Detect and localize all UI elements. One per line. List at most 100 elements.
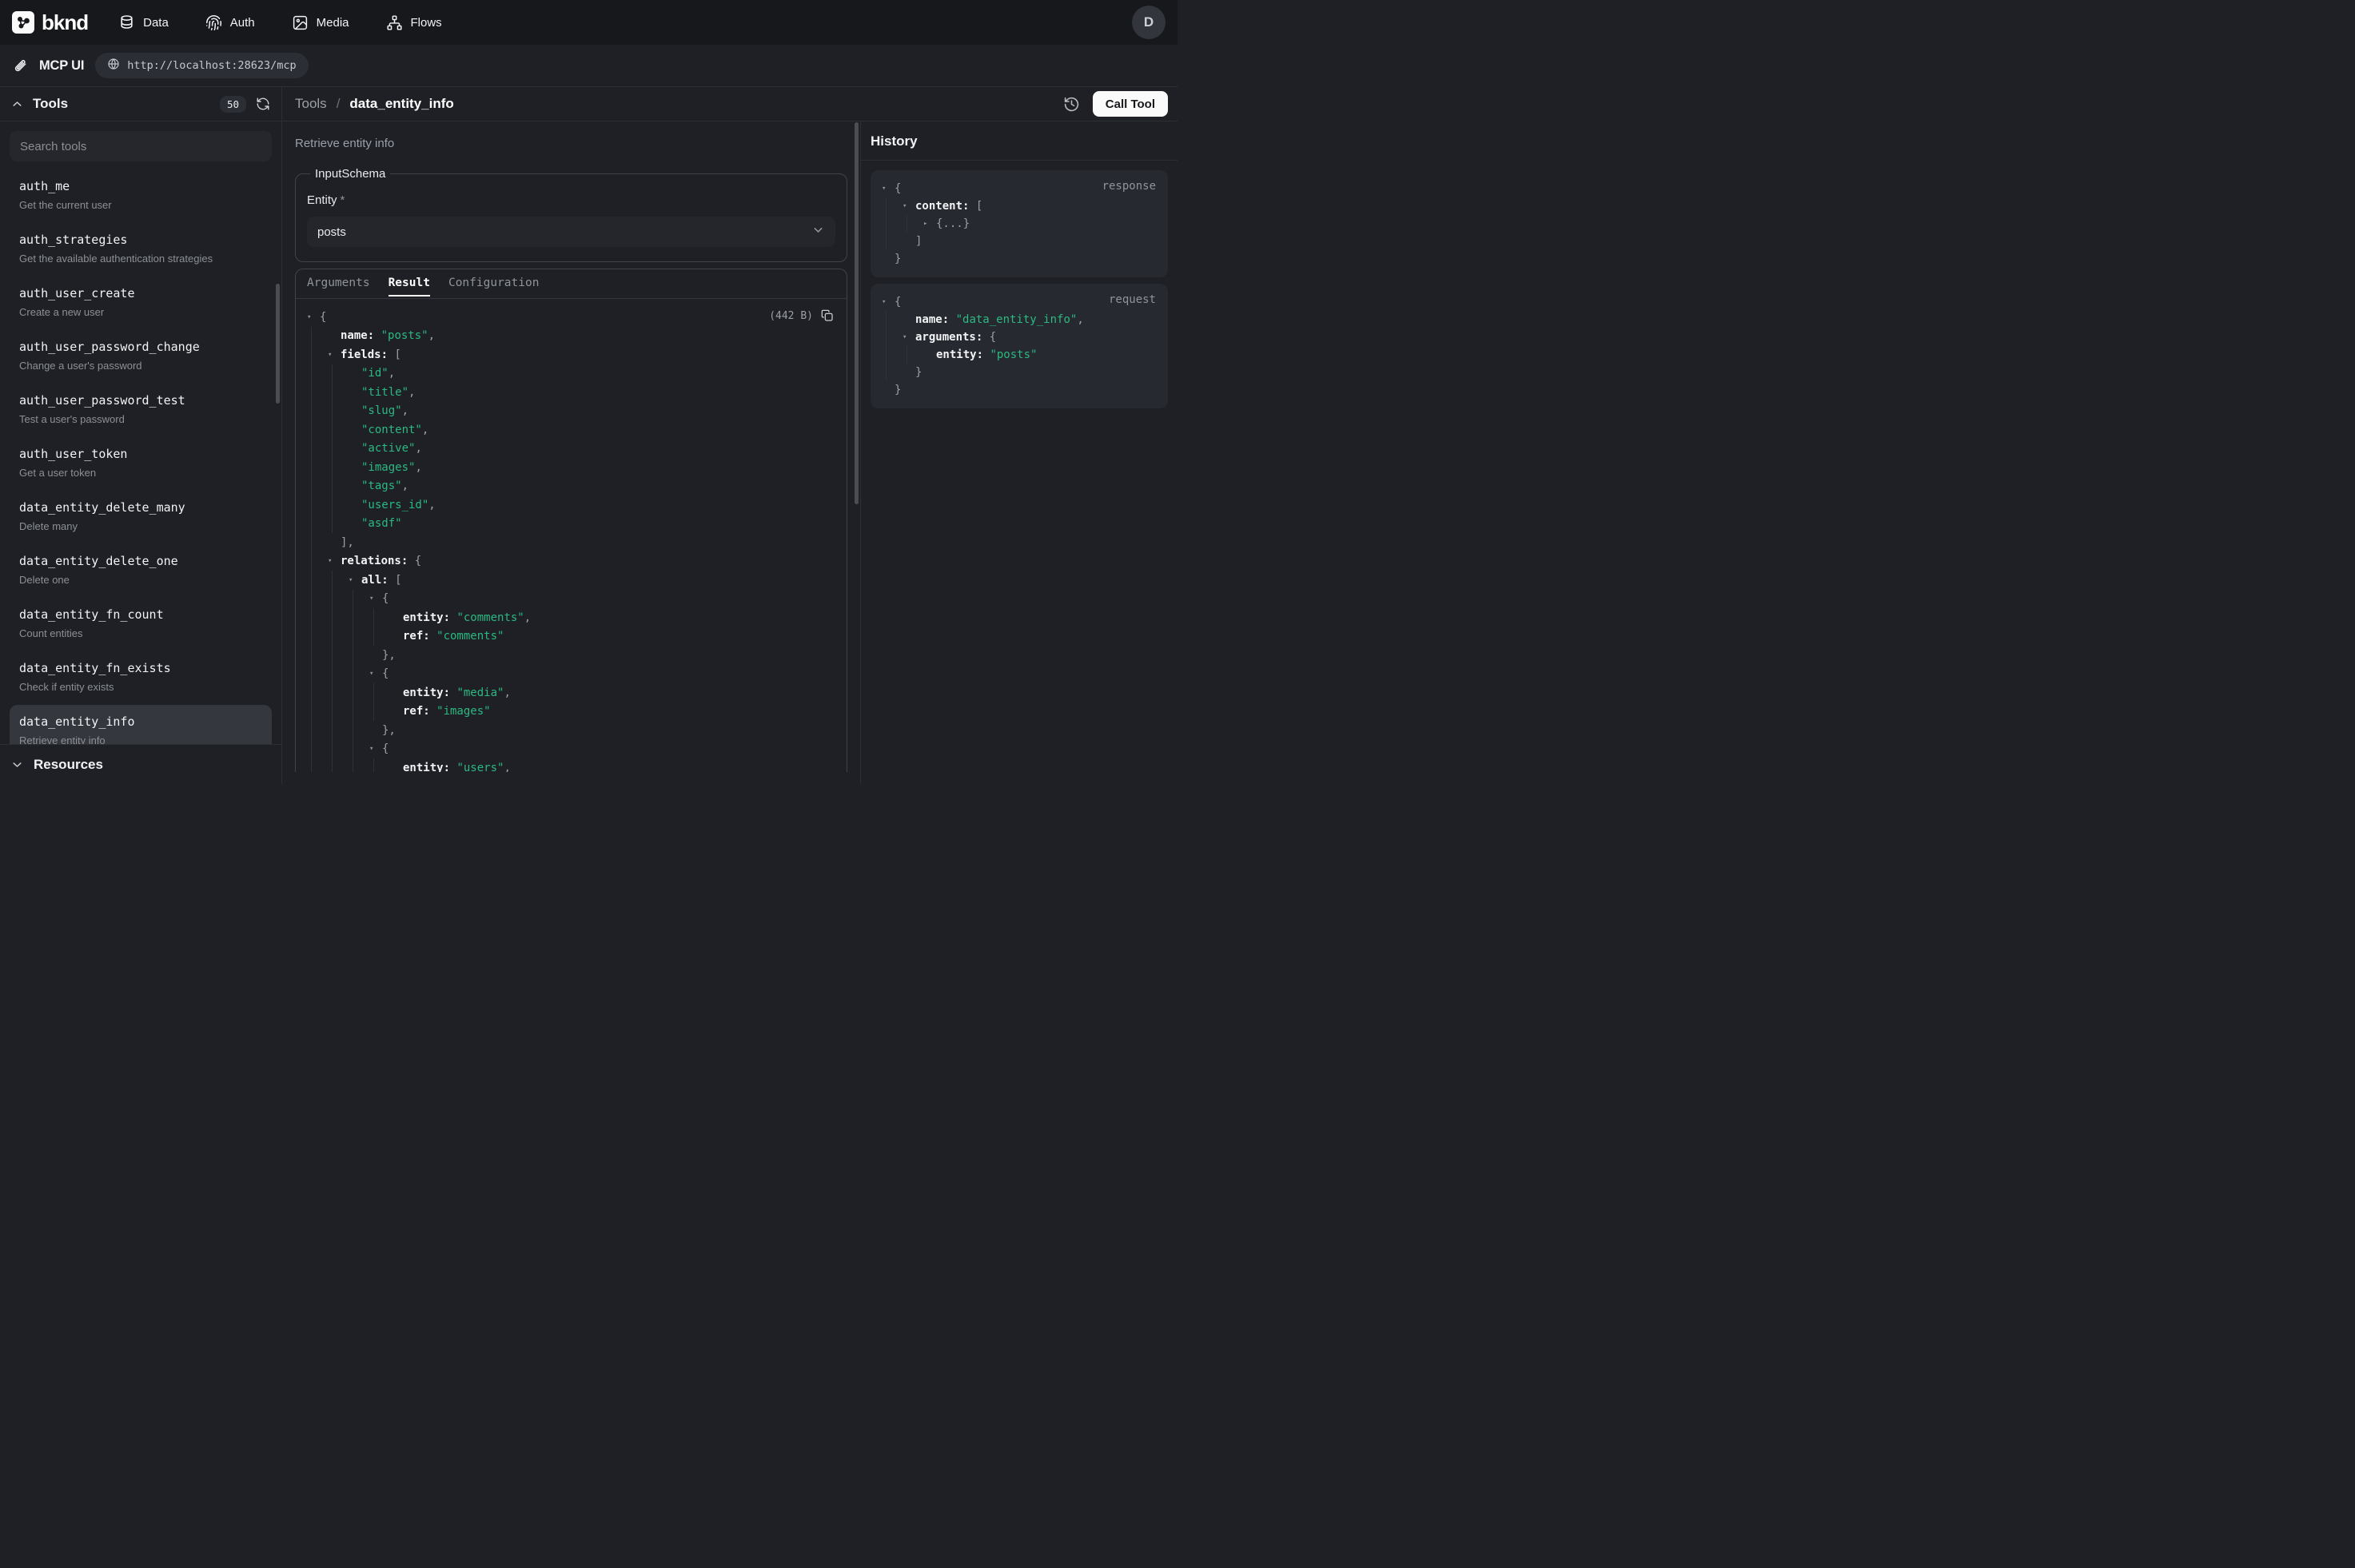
search-input[interactable] <box>10 131 272 161</box>
result-size-label: (442 B) <box>769 310 813 322</box>
tool-name: data_entity_fn_exists <box>19 660 262 677</box>
tool-list-item[interactable]: auth_me Get the current user <box>10 169 272 221</box>
result-json-tree[interactable]: ▾{name: "posts",▾fields: ["id","title","… <box>307 308 835 772</box>
user-avatar[interactable]: D <box>1132 6 1166 39</box>
history-response-json-tree[interactable]: ▾{▾content: [▸{...}]} <box>882 180 1157 268</box>
tools-section-title: Tools <box>33 96 68 112</box>
tab-row: Arguments Result Configuration <box>296 269 847 299</box>
chevron-down-icon <box>11 758 23 770</box>
image-icon <box>292 14 309 31</box>
tool-list-item[interactable]: data_entity_delete_many Delete many <box>10 491 272 543</box>
nav-label: Flows <box>411 16 442 30</box>
tool-description: Retrieve entity info <box>19 733 262 744</box>
input-schema-legend: InputSchema <box>310 167 390 181</box>
tool-list-item[interactable]: data_entity_info Retrieve entity info <box>10 705 272 744</box>
tool-name: data_entity_delete_one <box>19 553 262 570</box>
tool-description: Test a user's password <box>19 412 262 427</box>
tool-list-item[interactable]: auth_user_password_test Test a user's pa… <box>10 384 272 436</box>
tab-result[interactable]: Result <box>389 277 430 296</box>
tool-description: Delete many <box>19 519 262 534</box>
tool-description: Delete one <box>19 572 262 587</box>
history-entry-request[interactable]: request ▾{name: "data_entity_info",▾argu… <box>871 284 1168 408</box>
nav-item-flows[interactable]: Flows <box>386 14 442 31</box>
tool-description: Check if entity exists <box>19 679 262 694</box>
history-entry-type: response <box>1102 180 1156 193</box>
logo-text: bknd <box>42 10 88 35</box>
globe-icon <box>107 58 120 74</box>
tools-count-badge: 50 <box>220 96 246 113</box>
tool-list-item[interactable]: auth_strategies Get the available authen… <box>10 223 272 275</box>
nav-label: Data <box>143 16 169 30</box>
call-tool-button[interactable]: Call Tool <box>1093 91 1168 117</box>
bknd-logo-icon <box>12 11 34 34</box>
history-title: History <box>871 133 918 149</box>
input-schema-fieldset: InputSchema Entity* posts <box>295 167 847 262</box>
page-title: MCP UI <box>39 58 84 74</box>
chevron-up-icon <box>11 98 23 110</box>
mcp-bar: MCP UI http://localhost:28623/mcp <box>0 45 1178 87</box>
tool-list: auth_me Get the current user auth_strate… <box>0 168 281 744</box>
mcp-url-pill[interactable]: http://localhost:28623/mcp <box>95 53 308 78</box>
nav-item-data[interactable]: Data <box>118 14 169 31</box>
database-icon <box>118 14 135 31</box>
tool-description: Get the available authentication strateg… <box>19 251 262 266</box>
mcp-url: http://localhost:28623/mcp <box>127 59 296 72</box>
entity-field-label: Entity* <box>307 193 835 207</box>
tool-list-item[interactable]: data_entity_fn_exists Check if entity ex… <box>10 651 272 703</box>
resources-section-title: Resources <box>34 757 103 773</box>
history-entry-response[interactable]: response ▾{▾content: [▸{...}]} <box>871 170 1168 277</box>
tab-arguments[interactable]: Arguments <box>307 277 370 296</box>
paperclip-icon <box>11 58 28 74</box>
sidebar-scrollbar-thumb[interactable] <box>276 284 280 404</box>
top-nav: bknd Data <box>0 0 1178 45</box>
nav-item-auth[interactable]: Auth <box>205 14 255 31</box>
history-entry-type: request <box>1109 293 1156 306</box>
nav-label: Media <box>317 16 349 30</box>
tool-name: auth_user_password_change <box>19 339 262 356</box>
tool-name: auth_user_token <box>19 446 262 463</box>
resources-section-header[interactable]: Resources <box>0 744 281 784</box>
entity-select[interactable]: posts <box>307 217 835 247</box>
tool-name: data_entity_info <box>19 714 262 730</box>
tool-name: data_entity_delete_many <box>19 499 262 516</box>
refresh-icon[interactable] <box>256 97 270 111</box>
tools-section-header[interactable]: Tools 50 <box>0 87 281 121</box>
breadcrumb-tool-name: data_entity_info <box>349 96 453 112</box>
history-icon[interactable] <box>1063 96 1080 113</box>
bknd-logo[interactable]: bknd <box>12 10 88 35</box>
tool-detail-panel: Retrieve entity info InputSchema Entity*… <box>282 121 861 784</box>
history-request-json-tree[interactable]: ▾{name: "data_entity_info",▾arguments: {… <box>882 293 1157 399</box>
tool-description: Get the current user <box>19 197 262 213</box>
nav-label: Auth <box>230 16 255 30</box>
workflow-icon <box>386 14 403 31</box>
tool-list-item[interactable]: auth_user_create Create a new user <box>10 277 272 328</box>
entity-select-value: posts <box>317 225 811 239</box>
tool-list-item[interactable]: data_entity_delete_one Delete one <box>10 544 272 596</box>
history-panel: History response ▾{▾content: [▸{...}]} r… <box>861 121 1178 784</box>
main-scrollbar-thumb[interactable] <box>855 122 859 504</box>
tool-description: Count entities <box>19 626 262 641</box>
tool-description: Get a user token <box>19 465 262 480</box>
tool-description: Create a new user <box>19 304 262 320</box>
breadcrumb-separator: / <box>335 96 342 112</box>
required-mark: * <box>341 193 345 207</box>
search-wrap <box>0 121 281 168</box>
tool-list-item[interactable]: auth_user_password_change Change a user'… <box>10 330 272 382</box>
tool-description: Change a user's password <box>19 358 262 373</box>
tool-list-item[interactable]: auth_user_token Get a user token <box>10 437 272 489</box>
copy-icon[interactable] <box>821 309 834 322</box>
tool-name: auth_strategies <box>19 232 262 249</box>
avatar-initial: D <box>1144 14 1154 30</box>
fingerprint-icon <box>205 14 222 31</box>
tool-name: data_entity_fn_count <box>19 607 262 623</box>
nav-item-media[interactable]: Media <box>292 14 349 31</box>
tool-detail-description: Retrieve entity info <box>295 137 847 150</box>
history-list: response ▾{▾content: [▸{...}]} request ▾… <box>861 161 1178 418</box>
tool-header: Tools / data_entity_info Call Tool <box>282 87 1178 121</box>
chevron-down-icon <box>811 223 825 241</box>
breadcrumb-section[interactable]: Tools <box>295 96 327 112</box>
tab-configuration[interactable]: Configuration <box>448 277 540 296</box>
tool-list-item[interactable]: data_entity_fn_count Count entities <box>10 598 272 650</box>
tool-name: auth_user_password_test <box>19 392 262 409</box>
main-nav: Data Auth <box>118 14 442 31</box>
